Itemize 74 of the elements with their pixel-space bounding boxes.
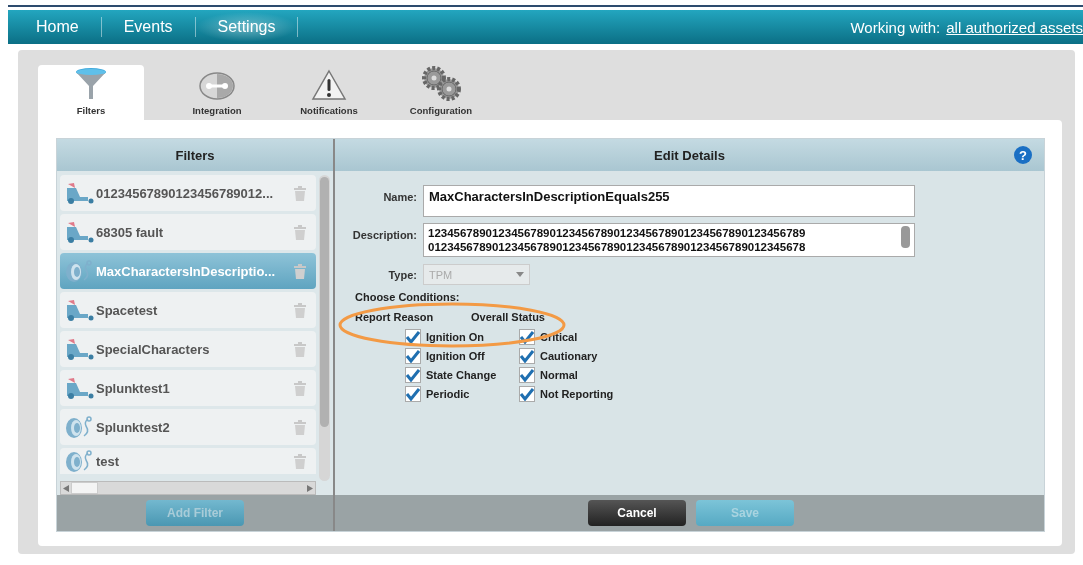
description-field[interactable]: 12345678901234567890123456789012345678901234567890123456789 01234567890123456789012345678901234567890123456789012345678 <box>423 223 915 257</box>
warning-icon <box>311 69 347 101</box>
vehicle-icon <box>64 338 94 360</box>
horizontal-scrollbar[interactable] <box>60 481 316 495</box>
checkbox[interactable] <box>405 367 421 383</box>
filter-item[interactable]: test <box>60 448 316 474</box>
vertical-scrollbar[interactable] <box>319 175 330 481</box>
filter-item[interactable]: 68305 fault <box>60 214 316 250</box>
checkbox-label: Periodic <box>426 388 470 400</box>
scrollbar-thumb[interactable] <box>71 482 98 494</box>
edit-details-heading: Edit Details <box>654 147 725 163</box>
filter-item[interactable]: Splunktest2 <box>60 409 316 445</box>
filter-name: Spacetest <box>96 302 159 318</box>
group-heading: Overall Status <box>471 311 546 323</box>
nav-tab[interactable]: Events <box>101 18 195 36</box>
type-label: Type: <box>387 268 418 281</box>
name-label: Name: <box>382 190 418 203</box>
filter-name: 68305 fault <box>96 224 165 240</box>
checkbox[interactable] <box>519 367 535 383</box>
filter-item[interactable]: Splunktest1 <box>60 370 316 406</box>
tire-icon <box>64 450 94 472</box>
checkbox[interactable] <box>519 386 535 402</box>
vehicle-icon <box>64 377 94 399</box>
name-field[interactable]: MaxCharactersInDescriptionEquals255 <box>423 185 915 217</box>
filter-name: SpecialCharacters <box>96 341 211 357</box>
caret-icon <box>516 272 524 277</box>
filter-name: MaxCharactersInDescriptio... <box>96 263 277 279</box>
working-with-label: Working with: <box>850 18 941 36</box>
section-tab[interactable]: Integration <box>164 65 270 120</box>
description-label: Description: <box>351 228 418 241</box>
trash-icon[interactable] <box>294 224 306 240</box>
section-tab[interactable]: Notifications <box>276 65 382 120</box>
filter-name: Splunktest1 <box>96 380 171 396</box>
help-button[interactable]: ? <box>1014 146 1032 164</box>
assets-link[interactable]: all authorized assets <box>946 18 1083 36</box>
trash-icon[interactable] <box>294 185 306 201</box>
filter-name: 01234567890123456789012... <box>96 185 275 201</box>
nav-tab[interactable]: Home <box>36 18 101 36</box>
tire-icon <box>64 260 94 282</box>
funnel-icon <box>74 67 108 101</box>
cancel-button[interactable]: Cancel <box>588 500 686 526</box>
checkbox-label: State Change <box>426 369 497 381</box>
checkbox[interactable] <box>405 386 421 402</box>
section-tab[interactable]: Configuration <box>388 65 494 120</box>
vehicle-icon <box>64 299 94 321</box>
filters-heading: Filters <box>57 139 333 171</box>
integration-icon <box>199 71 235 101</box>
filter-item[interactable]: SpecialCharacters <box>60 331 316 367</box>
scroll-right-icon[interactable] <box>307 484 313 492</box>
checkbox[interactable] <box>405 348 421 364</box>
checkbox[interactable] <box>519 348 535 364</box>
checkbox-label: Not Reporting <box>540 388 614 400</box>
checkbox-label: Normal <box>540 369 578 381</box>
conditions-label: Choose Conditions: <box>355 291 461 303</box>
filter-name: Splunktest2 <box>96 419 171 435</box>
scroll-left-icon[interactable] <box>63 484 69 492</box>
trash-icon[interactable] <box>294 302 306 318</box>
trash-icon[interactable] <box>294 341 306 357</box>
vehicle-icon <box>64 182 94 204</box>
trash-icon[interactable] <box>294 419 306 435</box>
checkbox-label: Ignition On <box>426 331 485 343</box>
filter-name: test <box>96 453 121 469</box>
filter-item[interactable]: Spacetest <box>60 292 316 328</box>
checkbox-label: Ignition Off <box>426 350 485 362</box>
vehicle-icon <box>64 221 94 243</box>
trash-icon[interactable] <box>294 263 306 279</box>
checkbox[interactable] <box>405 329 421 345</box>
gears-icon <box>419 65 463 101</box>
section-tab[interactable]: Filters <box>38 65 144 120</box>
filter-item[interactable]: 01234567890123456789012... <box>60 175 316 211</box>
tire-icon <box>64 416 94 438</box>
checkbox-label: Cautionary <box>540 350 598 362</box>
trash-icon[interactable] <box>294 380 306 396</box>
trash-icon[interactable] <box>294 453 306 469</box>
